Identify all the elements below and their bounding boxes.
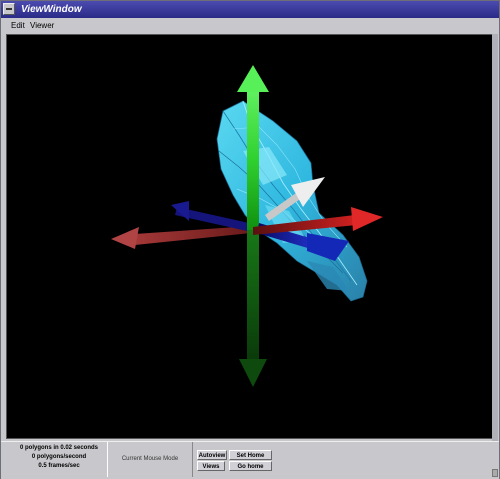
autoview-button[interactable]: Autoview	[197, 450, 227, 460]
3d-viewport[interactable]	[6, 34, 493, 439]
polygons-rate-readout: 0 polygons/second	[31, 454, 87, 460]
window-menu-icon[interactable]	[3, 3, 15, 15]
render-stats: 0 polygons in 0.02 seconds 0 polygons/se…	[9, 444, 109, 471]
mouse-mode-indicator: Current Mouse Mode	[107, 442, 193, 477]
set-home-view-button[interactable]: Set Home View	[229, 450, 272, 469]
views-button[interactable]: Views	[197, 461, 225, 471]
go-home-button[interactable]: Go home	[229, 461, 272, 471]
polygons-time-readout: 0 polygons in 0.02 seconds	[19, 445, 99, 451]
vertical-scrollbar[interactable]	[492, 34, 498, 464]
window-title: ViewWindow	[21, 4, 82, 15]
menu-bar: Edit Viewer	[1, 18, 499, 34]
z-axis-back	[171, 201, 249, 231]
scene-graphic	[111, 65, 383, 387]
x-axis-negative-arrow	[111, 226, 251, 249]
title-bar[interactable]: ViewWindow	[1, 1, 499, 18]
view-window: ViewWindow Edit Viewer 0 polygons in 0.0…	[0, 0, 500, 479]
frame-rate-readout: 0.5 frames/sec	[38, 463, 80, 469]
menu-viewer[interactable]: Viewer	[28, 18, 56, 34]
y-axis-negative-arrow	[239, 230, 267, 387]
resize-grip-icon[interactable]	[492, 469, 498, 477]
menu-edit[interactable]: Edit	[9, 18, 27, 34]
status-bar: 0 polygons in 0.02 seconds 0 polygons/se…	[1, 441, 499, 479]
